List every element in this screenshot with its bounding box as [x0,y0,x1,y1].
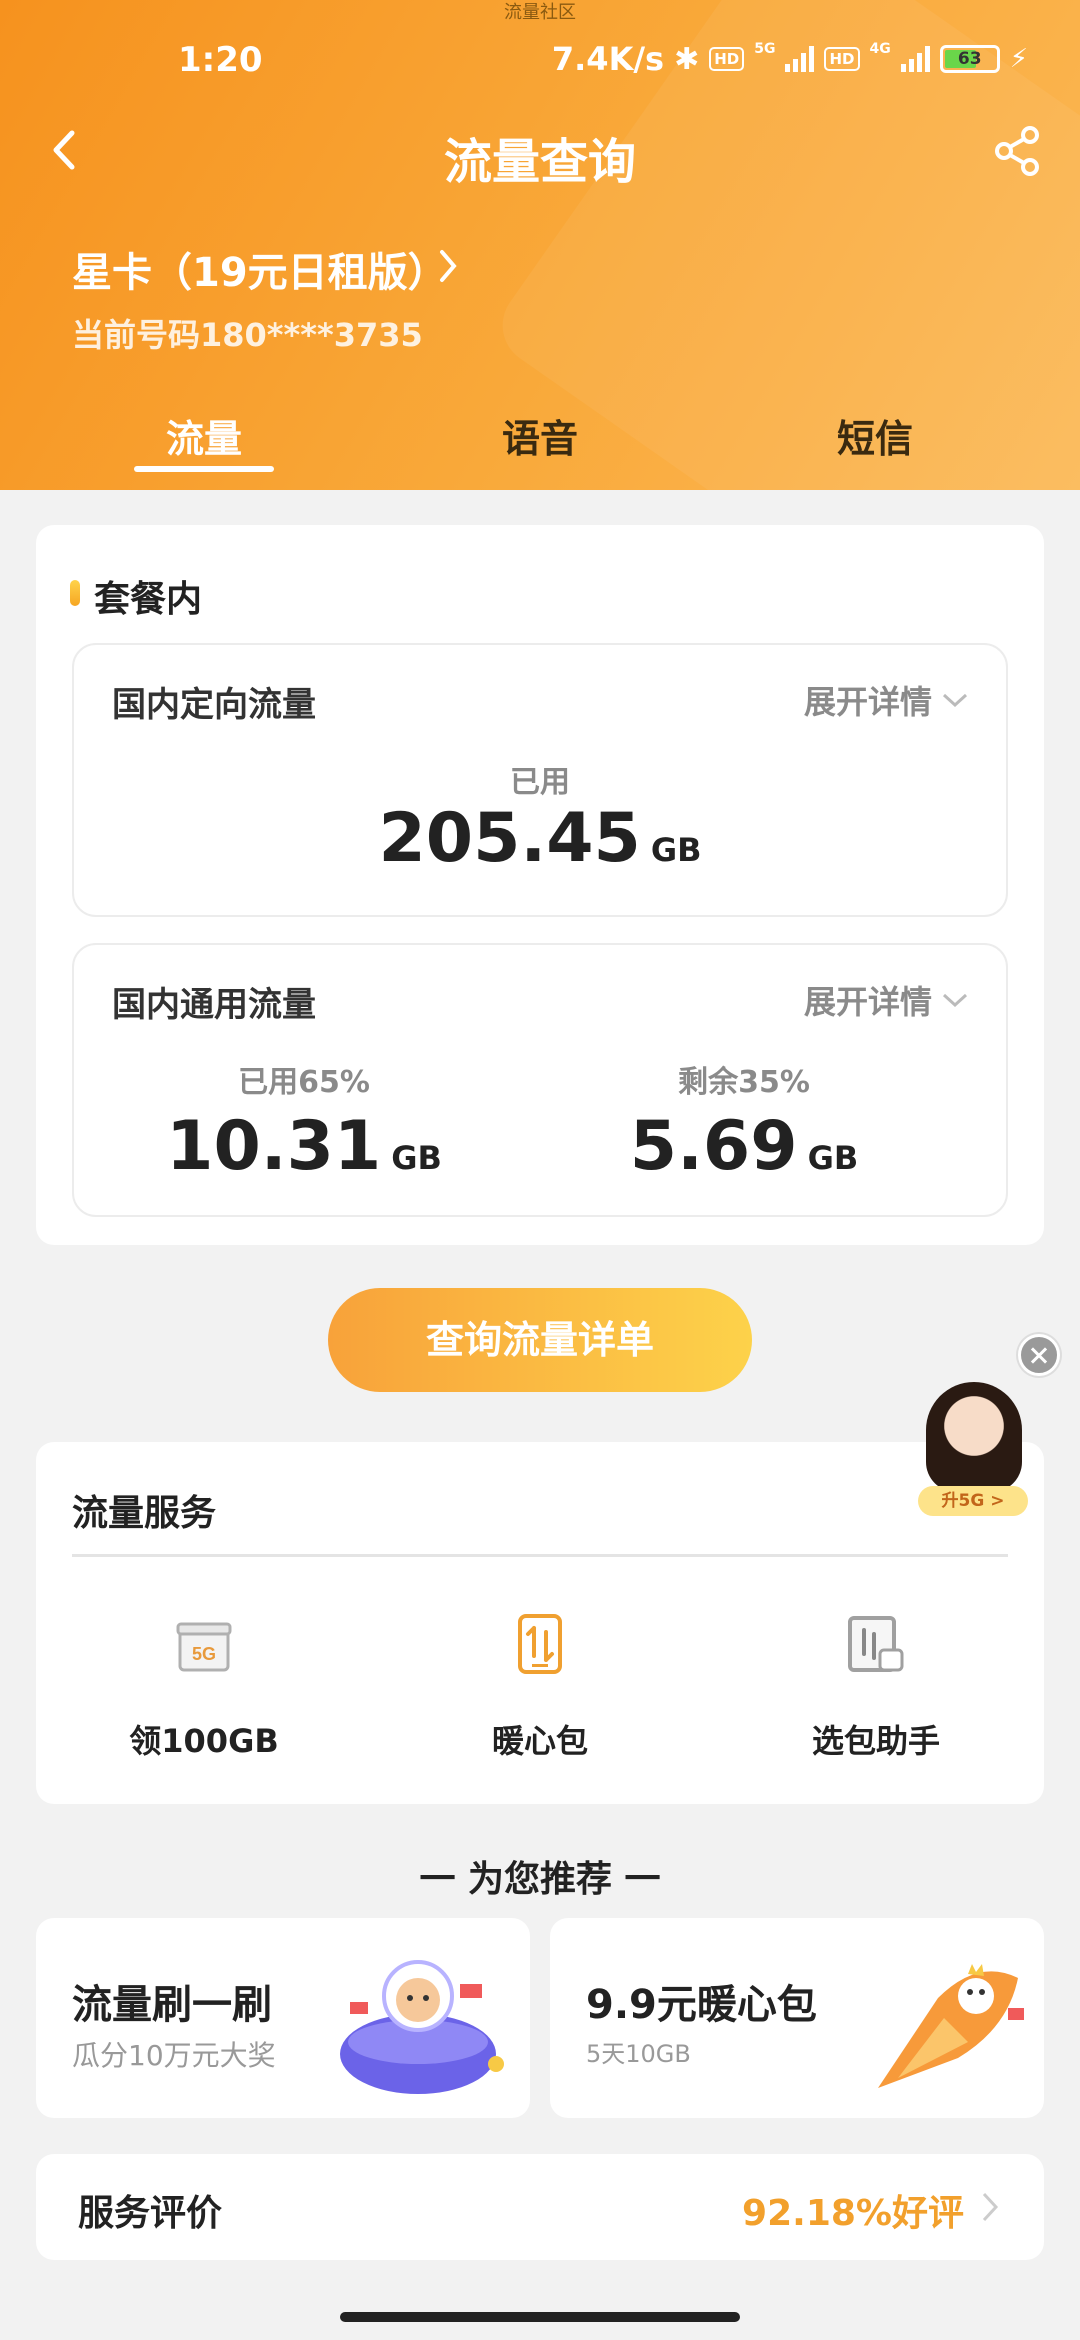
net1-label: 5G [754,41,776,57]
recommend-title: 一 为您推荐 一 [419,1859,661,1900]
svg-text:5G: 5G [192,1644,216,1664]
directed-expand-button[interactable]: 展开详情 [804,677,970,723]
status-right: 7.4K/s ✱ HD 5G HD 4G 63 ⚡ [552,40,1028,78]
general-used-unit: GB [391,1139,442,1177]
battery-level: 63 [957,49,982,69]
service-label: 领100GB [129,1722,279,1760]
hd-icon: HD [709,47,745,71]
header: 流量社区 1:20 7.4K/s ✱ HD 5G HD 4G 63 ⚡ 流量查询… [0,0,1080,490]
rating-value: 92.18%好评 [742,2193,964,2234]
active-tab-indicator [134,466,274,472]
net2-label: 4G [869,41,891,57]
network-speed: 7.4K/s [551,40,665,78]
chevron-right-icon [982,2192,999,2222]
general-remain-unit: GB [807,1139,859,1177]
close-icon[interactable] [1018,1334,1060,1376]
service-item-package-assistant[interactable]: 选包助手 [756,1612,996,1762]
directed-used-value: 205.45 [378,799,641,878]
status-time: 1:20 [178,40,263,80]
recommend-card-subtitle: 瓜分10万元大奖 [72,2039,276,2072]
expand-label: 展开详情 [803,683,932,721]
directed-data-title: 国内定向流量 [112,685,316,725]
general-remain-value: 5.69 [629,1107,798,1186]
general-data-title: 国内通用流量 [112,985,316,1025]
hd-icon-2: HD [824,47,860,71]
gift-5g-icon: 5G [176,1622,232,1672]
recommend-card-warm-pack[interactable]: 9.9元暖心包 5天10GB [550,1918,1044,2118]
tab-data[interactable]: 流量 [104,408,304,463]
astronaut-illustration-icon [340,1960,504,2094]
tab-bar: 流量 语音 短信 [0,400,1080,480]
directed-unit: GB [650,831,702,869]
tab-voice[interactable]: 语音 [440,408,640,463]
recommend-card-refresh[interactable]: 流量刷一刷 瓜分10万元大奖 [36,1918,530,2118]
general-used: 已用65% 10.31 GB [104,1057,504,1186]
data-services-card: 流量服务 5G 领100GB 暖心包 选包助手 [36,1442,1044,1804]
tab-sms[interactable]: 短信 [775,408,975,463]
rating-label: 服务评价 [78,2193,223,2234]
service-item-claim-100gb[interactable]: 5G 领100GB [84,1612,324,1762]
divider [72,1554,1008,1557]
general-expand-button[interactable]: 展开详情 [804,977,970,1023]
service-label: 暖心包 [491,1722,588,1760]
signal-icon [785,46,815,72]
service-item-warm-pack[interactable]: 暖心包 [420,1612,660,1762]
charging-icon: ⚡ [1009,44,1028,74]
general-used-label: 已用65% [238,1065,370,1100]
package-section-title: 套餐内 [94,579,203,620]
page-title: 流量查询 [443,134,636,190]
battery-icon: 63 [939,45,1000,73]
recommend-card-subtitle: 5天10GB [586,2040,691,2068]
data-transfer-icon [518,1614,562,1674]
upgrade-5g-promo[interactable]: 升5G > [918,1382,1028,1522]
top-note: 流量社区 [504,2,576,23]
services-title: 流量服务 [72,1493,217,1534]
general-data-card: 国内通用流量 展开详情 已用65% 10.31 GB 剩余35% 5.69 GB [72,943,1008,1217]
package-assistant-icon [848,1616,904,1672]
general-remain: 剩余35% 5.69 GB [544,1057,944,1186]
current-number: 当前号码180****3735 [72,316,423,354]
general-remain-label: 剩余35% [678,1065,810,1100]
signal-icon-2 [900,46,930,72]
share-icon [995,126,1039,176]
home-indicator[interactable] [340,2312,740,2322]
rocket-illustration-icon [878,1964,1024,2088]
promo-tag: 升5G > [918,1486,1028,1516]
directed-used-label: 已用 [510,765,570,800]
chevron-down-icon [942,693,968,708]
general-used-value: 10.31 [166,1107,382,1186]
bluetooth-icon: ✱ [674,41,700,77]
promo-avatar [926,1382,1022,1492]
section-marker [70,580,80,606]
expand-label: 展开详情 [803,983,932,1021]
recommend-card-title: 9.9元暖心包 [586,1982,817,2028]
directed-used-value-group: 205.45 GB [74,799,1006,878]
service-label: 选包助手 [811,1722,940,1760]
directed-data-card: 国内定向流量 展开详情 已用 205.45 GB [72,643,1008,917]
chevron-right-icon[interactable] [436,246,460,286]
service-rating-row[interactable]: 服务评价 92.18%好评 [36,2154,1044,2260]
recommend-card-title: 流量刷一刷 [72,1982,272,2028]
query-details-button[interactable]: 查询流量详单 [328,1288,752,1392]
plan-name[interactable]: 星卡（19元日租版） [72,240,448,298]
status-bar: 1:20 7.4K/s ✱ HD 5G HD 4G 63 ⚡ [0,38,1080,88]
chevron-down-icon [942,993,968,1008]
share-button[interactable] [994,125,1042,177]
